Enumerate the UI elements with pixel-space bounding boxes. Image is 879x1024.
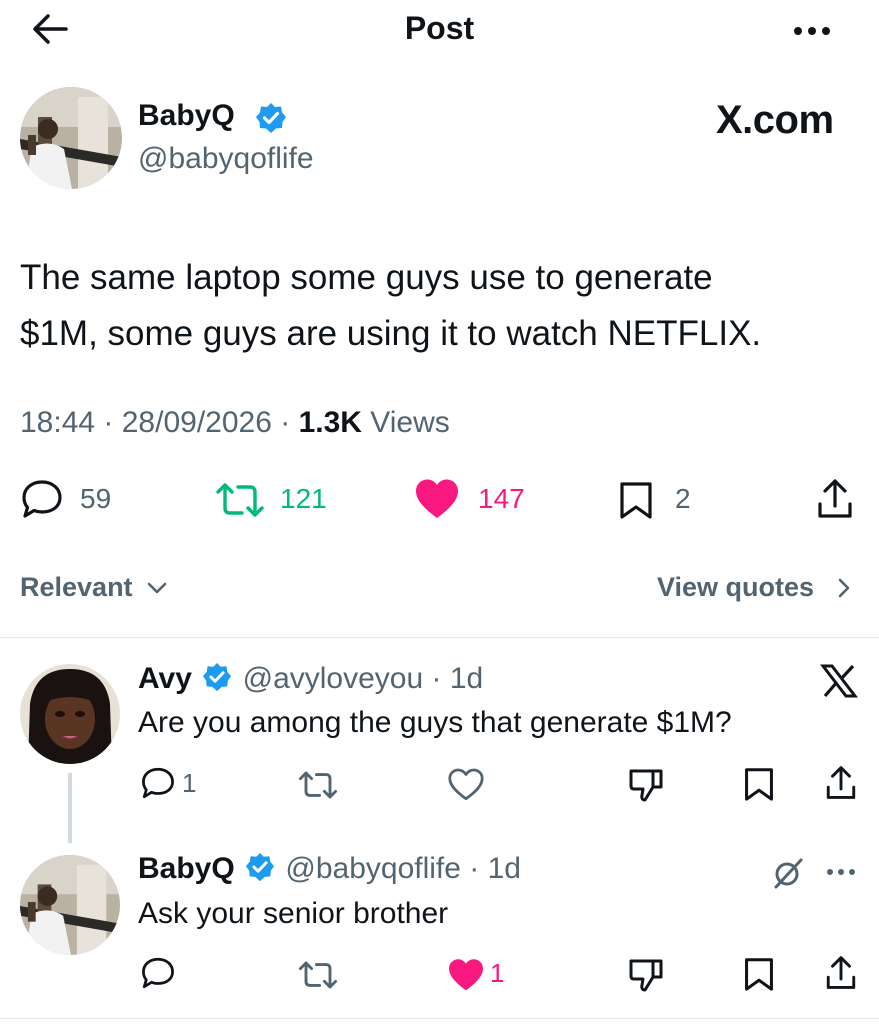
- reply-count: 1: [182, 768, 197, 798]
- more-options-icon[interactable]: [826, 868, 856, 876]
- post-text-line: The same laptop some guys use to generat…: [20, 258, 713, 297]
- relevant-label: Relevant: [20, 572, 133, 602]
- bookmark-icon[interactable]: [743, 766, 775, 802]
- repost-icon[interactable]: [298, 960, 338, 990]
- reply-age: 1d: [487, 852, 521, 885]
- like-count: 147: [478, 483, 525, 514]
- more-options-icon[interactable]: [792, 26, 832, 36]
- repost-icon[interactable]: [298, 770, 338, 800]
- grok-icon[interactable]: [772, 857, 804, 889]
- dislike-icon[interactable]: [628, 767, 664, 803]
- share-icon[interactable]: [815, 478, 855, 520]
- verified-badge-icon: [202, 662, 232, 692]
- author-handle[interactable]: @babyqoflife: [138, 142, 314, 176]
- repost-count: 121: [280, 483, 327, 514]
- share-icon[interactable]: [824, 955, 858, 991]
- chevron-right-icon[interactable]: [836, 577, 852, 599]
- reply-avatar[interactable]: [20, 664, 120, 764]
- bookmark-icon[interactable]: [618, 480, 654, 520]
- like-icon[interactable]: [447, 768, 485, 802]
- x-logo-icon: [820, 664, 858, 698]
- bookmark-icon[interactable]: [743, 956, 775, 992]
- reply-header: Avy @avyloveyou · 1d: [138, 662, 484, 695]
- section-divider: [0, 1018, 879, 1019]
- post-date: 28/09/2026: [121, 406, 272, 439]
- reply-text: Are you among the guys that generate $1M…: [138, 706, 732, 739]
- thread-line: [68, 773, 72, 843]
- author-avatar[interactable]: [20, 87, 122, 189]
- like-filled-icon[interactable]: [414, 478, 460, 520]
- repost-icon[interactable]: [215, 482, 265, 518]
- top-bar: Post: [0, 0, 879, 60]
- page-title: Post: [404, 10, 475, 46]
- verified-badge-icon: [245, 852, 275, 882]
- reply-count: 59: [80, 483, 112, 514]
- reply-age: 1d: [449, 662, 484, 695]
- post-text-line: $1M, some guys are using it to watch NET…: [20, 314, 762, 353]
- author-name[interactable]: BabyQ: [138, 99, 235, 133]
- post-text: The same laptop some guys use to generat…: [20, 250, 761, 362]
- verified-badge-icon: [255, 102, 287, 134]
- reply-header: BabyQ @babyqoflife · 1d: [138, 852, 521, 885]
- like-filled-icon[interactable]: [447, 958, 485, 992]
- reply-icon[interactable]: [20, 478, 64, 520]
- section-divider: [0, 637, 879, 638]
- reply-author-name[interactable]: Avy: [138, 662, 192, 695]
- source-logo: X.com: [716, 98, 834, 142]
- share-icon[interactable]: [824, 765, 858, 801]
- dislike-icon[interactable]: [628, 957, 664, 993]
- reply-avatar[interactable]: [20, 855, 120, 955]
- views-count: 1.3K: [298, 406, 362, 439]
- post-meta: 18:44 · 28/09/2026 · 1.3K Views: [20, 406, 450, 439]
- relevant-filter[interactable]: Relevant: [20, 572, 133, 603]
- reply-author-handle[interactable]: @babyqoflife: [285, 852, 461, 885]
- view-quotes-link[interactable]: View quotes: [657, 572, 814, 603]
- reply-text: Ask your senior brother: [138, 897, 449, 930]
- reply-author-handle[interactable]: @avyloveyou: [243, 662, 424, 695]
- like-count: 1: [490, 958, 505, 988]
- reply-icon[interactable]: [140, 956, 176, 990]
- post-time: 18:44: [20, 406, 96, 439]
- bookmark-count: 2: [675, 483, 691, 514]
- views-label: Views: [370, 406, 450, 439]
- reply-icon[interactable]: [140, 766, 176, 800]
- chevron-down-icon[interactable]: [146, 580, 168, 596]
- reply-author-name[interactable]: BabyQ: [138, 852, 235, 885]
